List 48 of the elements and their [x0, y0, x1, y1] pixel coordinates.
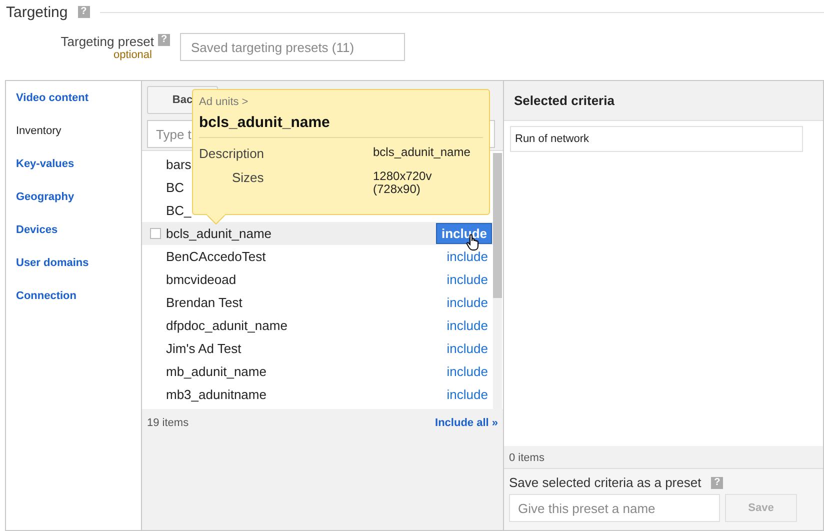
field-value: 1280x720v (728x90) — [373, 170, 433, 196]
preset-field[interactable]: Saved targeting presets (11) — [180, 33, 405, 61]
nav-item[interactable]: Geography — [16, 189, 74, 205]
ad-unit-name: bcls_adunit_name — [166, 226, 272, 241]
include-link[interactable]: include — [442, 270, 492, 289]
field-label: Targeting preset — [60, 34, 154, 49]
list-row[interactable]: mb_adunit_name include — [142, 360, 493, 383]
nav-item[interactable]: User domains — [16, 255, 89, 271]
nav-item[interactable]: Connection — [16, 288, 76, 304]
include-all-link[interactable]: Include all » — [435, 417, 498, 429]
criteria-item[interactable]: Run of network — [510, 126, 803, 152]
field-label: Sizes — [231, 170, 265, 187]
nav-item[interactable]: Video content — [16, 90, 89, 106]
include-link[interactable]: include — [442, 339, 492, 358]
section-title: Targeting — [6, 4, 68, 20]
item-count: 19 items — [147, 417, 189, 429]
field-value: bcls_adunit_name — [373, 146, 472, 161]
include-link[interactable]: include — [442, 247, 492, 266]
preset-name-field[interactable]: Give this preset a name — [509, 494, 720, 522]
include-link[interactable]: include — [442, 385, 492, 404]
field-label: Description — [199, 146, 266, 161]
list-row[interactable]: Jim's Ad Test include — [142, 337, 493, 360]
optional-label: optional — [113, 49, 152, 61]
save-preset-label: Save selected criteria as a preset — [509, 475, 702, 490]
ad-unit-name: BenCAccedoTest — [166, 249, 266, 264]
list-row[interactable]: mb3_adunitname include — [142, 383, 493, 406]
ad-unit-name: mb3_adunitname — [166, 387, 266, 402]
ad-unit-name: BC_ — [166, 203, 192, 218]
ad-unit-name: mb_adunit_name — [166, 364, 266, 379]
ad-unit-name: Brendan Test — [166, 295, 242, 310]
item-count: 0 items — [504, 446, 823, 469]
panel-title: Selected criteria — [504, 81, 823, 121]
nav-item[interactable]: Key-values — [16, 156, 74, 172]
list-row[interactable]: dfpdoc_adunit_name include — [142, 314, 493, 337]
list-row[interactable]: Brendan Test include — [142, 291, 493, 314]
checkbox[interactable] — [150, 228, 161, 239]
include-link[interactable]: include — [442, 293, 492, 312]
ad-unit-name: dfpdoc_adunit_name — [166, 318, 288, 333]
list-row[interactable]: bmcvideoad include — [142, 268, 493, 291]
list-row[interactable]: BenCAccedoTest include — [142, 245, 493, 268]
scrollbar[interactable] — [493, 153, 502, 409]
ad-unit-name: bmcvideoad — [166, 272, 236, 287]
include-link[interactable]: include — [442, 316, 492, 335]
include-link[interactable]: include — [442, 362, 492, 381]
nav-item[interactable]: Devices — [16, 222, 58, 238]
ad-unit-name: Jim's Ad Test — [166, 341, 242, 356]
nav-item[interactable]: Inventory — [16, 123, 62, 139]
tooltip-title: bcls_adunit_name — [199, 114, 331, 131]
